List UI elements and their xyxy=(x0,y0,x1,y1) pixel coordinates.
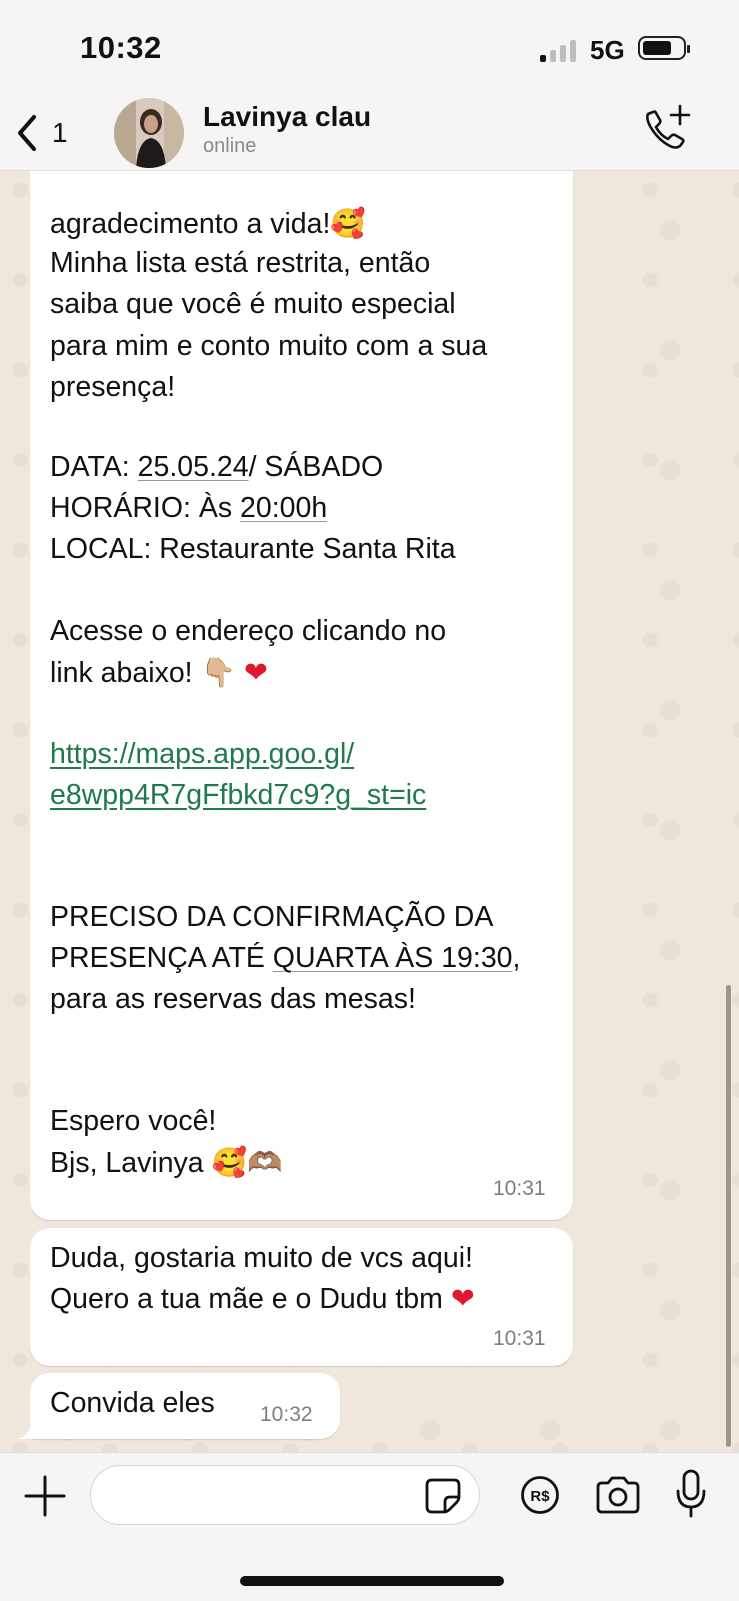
chat-header: 1 Lavinya clau online xyxy=(0,98,739,171)
message-sign-1: Espero você! xyxy=(50,1105,217,1137)
camera-icon[interactable] xyxy=(594,1475,642,1515)
message-input[interactable] xyxy=(90,1465,480,1525)
pointing-down-emoji: 👇🏼 xyxy=(200,656,237,690)
message-text: Convida eles xyxy=(50,1387,215,1419)
message-timestamp: 10:31 xyxy=(493,1177,546,1200)
message-text-line-1: Duda, gostaria muito de vcs aqui! xyxy=(50,1242,473,1274)
deadline-value[interactable]: QUARTA ÀS 19:30 xyxy=(273,942,513,974)
unread-count: 1 xyxy=(52,117,68,148)
smiling-hearts-emoji: 🥰 xyxy=(330,207,366,241)
message-timestamp: 10:31 xyxy=(493,1327,546,1350)
back-button[interactable]: 1 xyxy=(14,108,94,158)
plus-icon[interactable] xyxy=(22,1473,68,1519)
home-indicator[interactable] xyxy=(240,1576,504,1586)
network-type: 5G xyxy=(590,35,625,65)
message-paragraph-address: Acesse o endereço clicando no link abaix… xyxy=(50,615,447,690)
message-timestamp: 10:32 xyxy=(260,1403,313,1426)
message-time-line: HORÁRIO: Às 20:00h xyxy=(50,492,328,524)
red-heart-emoji: ❤ xyxy=(243,657,268,690)
message-location-line: LOCAL: Restaurante Santa Rita xyxy=(50,533,456,565)
message-date-line: DATA: 25.05.24/ SÁBADO xyxy=(50,451,384,483)
maps-link[interactable]: https://maps.app.goo.gl/ e8wpp4R7gFfbkd7… xyxy=(50,734,426,817)
time-value[interactable]: 20:00h xyxy=(240,492,327,524)
status-bar: 10:32 5G xyxy=(0,0,739,100)
payment-icon[interactable]: R$ xyxy=(520,1475,560,1515)
status-time: 10:32 xyxy=(80,30,162,65)
message-confirm-line-1: PRECISO DA CONFIRMAÇÃO DA xyxy=(50,901,494,933)
chevron-left-icon xyxy=(18,115,36,151)
signal-icon xyxy=(540,38,578,62)
message-confirm-line-3: para as reservas das mesas! xyxy=(50,983,416,1015)
heart-hands-emoji: 🫶🏽 xyxy=(247,1146,283,1179)
smiling-hearts-emoji: 🥰 xyxy=(211,1146,248,1179)
bubble-tail xyxy=(18,1421,42,1439)
message-bubble-invite-family[interactable]: Duda, gostaria muito de vcs aqui! Quero … xyxy=(30,1228,573,1366)
date-value[interactable]: 25.05.24 xyxy=(138,451,249,483)
message-confirm-line-2: PRESENÇA ATÉ QUARTA ÀS 19:30, xyxy=(50,942,521,974)
message-sign-2: Bjs, Lavinya 🥰🫶🏽 xyxy=(50,1146,283,1179)
microphone-icon[interactable] xyxy=(674,1469,708,1519)
battery-icon xyxy=(638,36,690,60)
sticker-icon[interactable] xyxy=(424,1477,462,1515)
message-text-line-2: Quero a tua mãe e o Dudu tbm ❤ xyxy=(50,1283,475,1315)
add-call-icon[interactable] xyxy=(640,104,692,156)
avatar-photo xyxy=(114,98,184,168)
svg-text:R$: R$ xyxy=(530,1488,550,1505)
avatar[interactable] xyxy=(114,98,184,168)
chat-scrollbar[interactable] xyxy=(726,985,731,1447)
message-text: agradecimento a vida!🥰 xyxy=(50,207,366,241)
contact-status: online xyxy=(203,135,257,157)
contact-name[interactable]: Lavinya clau xyxy=(203,101,371,133)
message-paragraph-list: Minha lista está restrita, então saiba q… xyxy=(50,247,488,403)
message-bubble-invitation[interactable]: agradecimento a vida!🥰 Minha lista está … xyxy=(30,150,573,1220)
message-bubble-convida[interactable]: Convida eles 10:32 xyxy=(30,1373,340,1439)
red-heart-emoji: ❤ xyxy=(450,1283,475,1315)
